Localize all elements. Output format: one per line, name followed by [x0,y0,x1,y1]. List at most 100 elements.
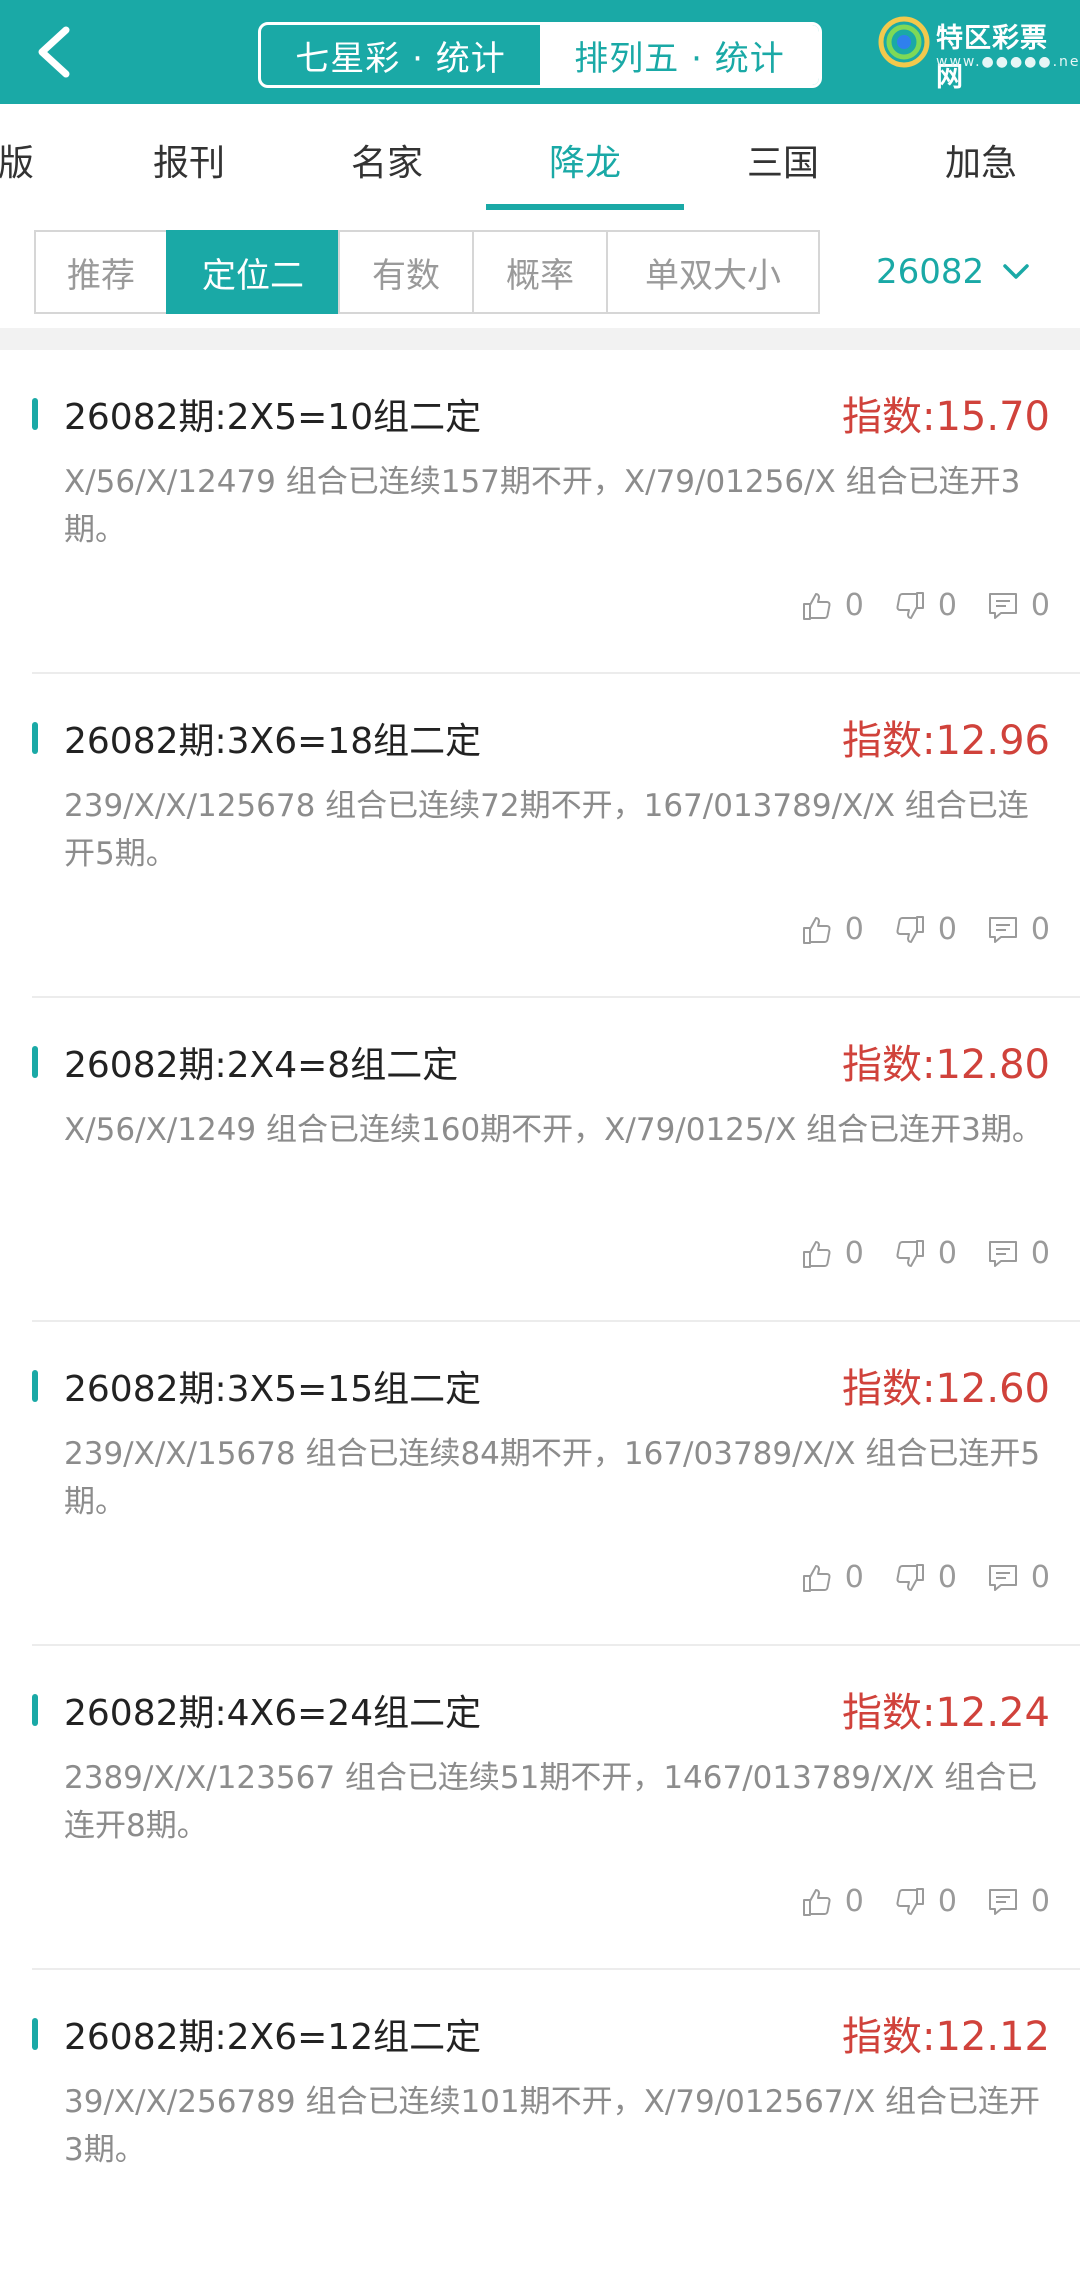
card-actions: 0 0 0 [771,588,1050,623]
prediction-card[interactable]: 26082期:3X5=15组二定 指数:12.60 239/X/X/15678 组合… [0,1322,1080,1646]
filter-gailv[interactable]: 概率 [472,230,608,314]
app-header: 七星彩 · 统计 排列五 · 统计 特区彩票网 www.●●●●●.net [0,0,1080,104]
prediction-card[interactable]: 26082期:4X6=24组二定 指数:12.24 2389/X/X/123567 … [0,1646,1080,1970]
comment-count: 0 [1030,1560,1050,1595]
prediction-card[interactable]: 26082期:2X6=12组二定 指数:12.12 39/X/X/256789 组合… [0,1970,1080,2294]
card-description: 2389/X/X/123567 组合已连续51期不开，1467/013789/X… [64,1760,1038,1844]
like-count: 0 [844,1560,864,1595]
dislike-count: 0 [937,588,957,623]
period-value: 26082 [876,252,985,292]
card-description: X/56/X/12479 组合已连续157期不开，X/79/01256/X 组合… [64,464,1021,548]
comment-button[interactable]: 0 [987,1236,1050,1271]
dislike-count: 0 [937,1236,957,1271]
section-gap [0,328,1080,350]
comment-button[interactable]: 0 [987,1560,1050,1595]
card-accent-bar [32,722,38,754]
segment-qixingcai-stats[interactable]: 七星彩 · 统计 [261,25,540,85]
chevron-down-icon [1003,264,1029,279]
like-count: 0 [844,1236,864,1271]
tab-jianglong[interactable]: 降龙 [520,104,650,216]
card-index: 指数:12.24 [842,1690,1050,1736]
filter-dingweier[interactable]: 定位二 [166,230,340,314]
dislike-button[interactable]: 0 [894,1236,957,1271]
thumbs-down-icon [896,591,924,619]
card-accent-bar [32,2018,38,2050]
card-index: 指数:15.70 [842,394,1050,440]
thumbs-down-icon [896,1239,924,1267]
card-title: 26082期:2X5=10组二定 [64,397,482,438]
dislike-button[interactable]: 0 [894,1884,957,1919]
tab-sanguo[interactable]: 三国 [718,104,848,216]
thumbs-down-icon [896,1563,924,1591]
card-description: 239/X/X/125678 组合已连续72期不开，167/013789/X/X… [64,788,1029,872]
category-tabs: 版 报刊 名家 降龙 三国 加急 [0,104,1080,218]
lottery-segmented-control: 七星彩 · 统计 排列五 · 统计 [258,22,822,88]
like-count: 0 [844,588,864,623]
tab-mingjia[interactable]: 名家 [322,104,452,216]
tab-jiaji[interactable]: 加急 [916,104,1046,216]
card-title: 26082期:3X6=18组二定 [64,721,482,762]
thumbs-up-icon [802,1240,831,1268]
comment-icon [988,1240,1017,1267]
dislike-button[interactable]: 0 [894,912,957,947]
comment-icon [988,592,1017,619]
card-accent-bar [32,1046,38,1078]
thumbs-up-icon [802,1888,831,1916]
site-logo: 特区彩票网 www.●●●●●.net [878,10,1080,94]
like-button[interactable]: 0 [801,1560,864,1595]
comment-button[interactable]: 0 [987,588,1050,623]
dislike-count: 0 [937,912,957,947]
logo-swirl-icon [878,16,930,68]
like-count: 0 [844,1884,864,1919]
comment-button[interactable]: 0 [987,1884,1050,1919]
prediction-card[interactable]: 26082期:2X4=8组二定 指数:12.80 X/56/X/1249 组合已连续… [0,998,1080,1322]
like-button[interactable]: 0 [801,1236,864,1271]
logo-url: www.●●●●●.net [936,54,1080,70]
card-title: 26082期:2X6=12组二定 [64,2017,482,2058]
card-description: 239/X/X/15678 组合已连续84期不开，167/03789/X/X 组… [64,1436,1041,1520]
period-selector[interactable]: 26082 [876,230,1030,314]
card-title: 26082期:4X6=24组二定 [64,1693,482,1734]
comment-icon [988,1564,1017,1591]
card-accent-bar [32,1370,38,1402]
comment-count: 0 [1030,588,1050,623]
filter-tuijian[interactable]: 推荐 [34,230,168,314]
card-index: 指数:12.60 [842,1366,1050,1412]
card-index: 指数:12.12 [842,2014,1050,2060]
comment-icon [988,916,1017,943]
dislike-count: 0 [937,1560,957,1595]
prediction-card[interactable]: 26082期:2X5=10组二定 指数:15.70 X/56/X/12479 组合已… [0,350,1080,674]
comment-count: 0 [1030,1884,1050,1919]
card-actions: 0 0 0 [771,1560,1050,1595]
dislike-button[interactable]: 0 [894,588,957,623]
filter-youshu[interactable]: 有数 [338,230,474,314]
like-count: 0 [844,912,864,947]
card-description: 39/X/X/256789 组合已连续101期不开，X/79/012567/X … [64,2084,1041,2168]
prediction-card[interactable]: 26082期:3X6=18组二定 指数:12.96 239/X/X/125678 组… [0,674,1080,998]
like-button[interactable]: 0 [801,1884,864,1919]
card-description: X/56/X/1249 组合已连续160期不开，X/79/0125/X 组合已连… [64,1112,1043,1148]
like-button[interactable]: 0 [801,588,864,623]
card-index: 指数:12.80 [842,1042,1050,1088]
card-index: 指数:12.96 [842,718,1050,764]
filter-bar: 推荐 定位二 有数 概率 单双大小 26082 [0,216,1080,328]
comment-button[interactable]: 0 [987,912,1050,947]
tab-ban[interactable]: 版 [0,104,62,216]
card-title: 26082期:2X4=8组二定 [64,1045,459,1086]
dislike-button[interactable]: 0 [894,1560,957,1595]
back-arrow-icon[interactable] [26,22,86,82]
active-tab-indicator [486,204,684,210]
card-title: 26082期:3X5=15组二定 [64,1369,482,1410]
segment-pailiewu-stats[interactable]: 排列五 · 统计 [540,25,819,85]
thumbs-up-icon [802,1564,831,1592]
comment-icon [988,1888,1017,1915]
comment-count: 0 [1030,912,1050,947]
filter-danshuangdaxiao[interactable]: 单双大小 [606,230,820,314]
card-accent-bar [32,1694,38,1726]
card-actions: 0 0 0 [771,1236,1050,1271]
card-actions: 0 0 0 [771,1884,1050,1919]
like-button[interactable]: 0 [801,912,864,947]
thumbs-down-icon [896,1887,924,1915]
tab-baokan[interactable]: 报刊 [124,104,254,216]
comment-count: 0 [1030,1236,1050,1271]
